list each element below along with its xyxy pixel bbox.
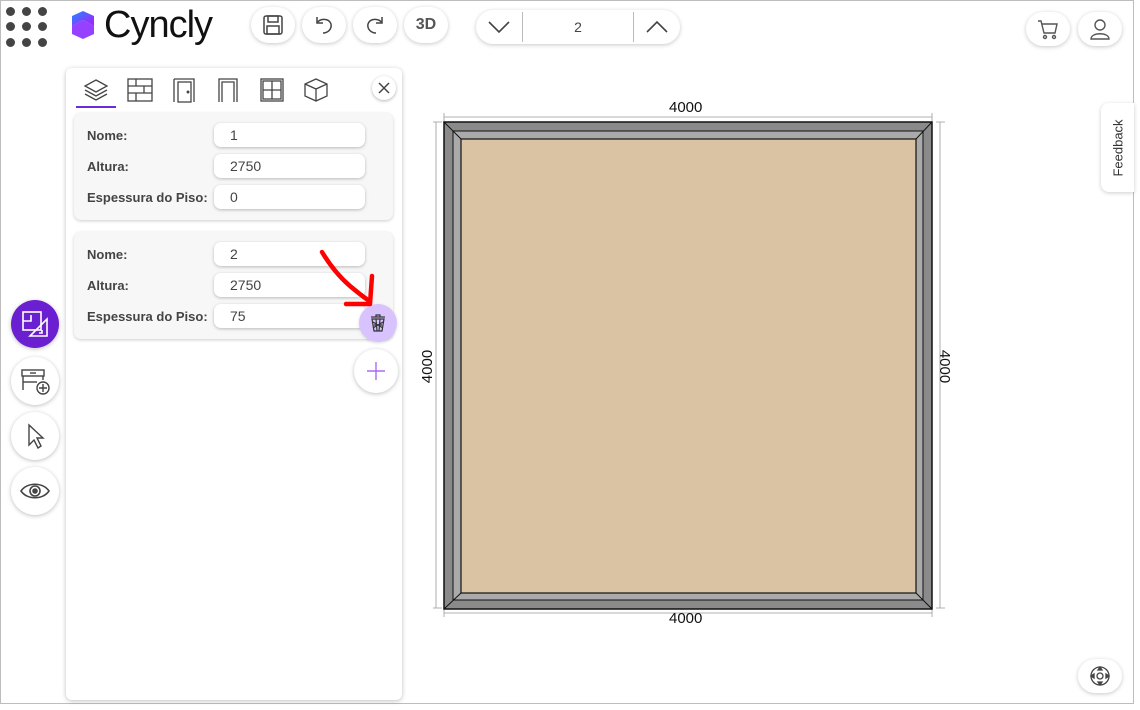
panel-tabs — [74, 72, 338, 108]
recenter-button[interactable] — [1078, 659, 1122, 693]
furniture-add-icon — [21, 369, 50, 395]
tab-windows[interactable] — [250, 72, 294, 108]
recenter-icon — [1089, 665, 1111, 687]
cart-icon — [1038, 20, 1058, 40]
dimension-right: 4000 — [936, 349, 954, 384]
logo-text: Cyncly — [104, 4, 213, 46]
height-label: Altura: — [87, 277, 129, 293]
level-up-button[interactable] — [634, 10, 680, 44]
logo: Cyncly — [68, 4, 213, 46]
trash-icon — [371, 314, 385, 332]
visibility-tool[interactable] — [11, 467, 59, 515]
undo-button[interactable] — [302, 7, 346, 43]
floor-plan-icon — [22, 311, 48, 337]
cube-icon — [304, 78, 328, 102]
add-level-button[interactable] — [354, 349, 398, 393]
redo-button[interactable] — [353, 7, 397, 43]
dimension-left: 4000 — [419, 349, 437, 384]
close-panel-button[interactable] — [372, 76, 396, 100]
levels-panel: Nome: 1 Altura: 2750 Espessura do Piso: … — [66, 68, 402, 700]
room-floor[interactable] — [460, 138, 917, 594]
thickness-label: Espessura do Piso: — [87, 189, 208, 205]
user-icon — [1090, 19, 1110, 40]
floor-thickness-row: Espessura do Piso: 0 — [87, 184, 365, 210]
save-button[interactable] — [251, 7, 295, 43]
dimension-bottom: 4000 — [669, 610, 703, 627]
feedback-tab[interactable]: Feedback — [1101, 103, 1134, 192]
red-arrow-annotation — [319, 249, 375, 307]
tab-objects[interactable] — [294, 72, 338, 108]
level-navigator: 2 — [476, 10, 680, 44]
tab-walls[interactable] — [118, 72, 162, 108]
feedback-label: Feedback — [1110, 118, 1125, 177]
plus-icon — [367, 362, 385, 380]
tab-doors[interactable] — [162, 72, 206, 108]
dimension-top: 4000 — [669, 99, 703, 116]
view-3d-button[interactable]: 3D — [404, 7, 448, 43]
brick-wall-icon — [127, 78, 153, 102]
level-name-field[interactable]: 1 — [214, 123, 365, 147]
layers-icon — [83, 79, 109, 101]
close-icon — [378, 82, 390, 94]
level-down-button[interactable] — [476, 10, 522, 44]
door-icon — [173, 78, 195, 103]
user-button[interactable] — [1078, 12, 1122, 46]
chevron-down-icon — [488, 21, 510, 34]
thickness-label: Espessura do Piso: — [87, 308, 208, 324]
floor-thickness-field[interactable]: 0 — [214, 185, 365, 209]
floor-plan-canvas[interactable] — [420, 100, 960, 630]
cart-button[interactable] — [1026, 12, 1070, 46]
level-name-row: Nome: 1 — [87, 122, 365, 148]
level-height-field[interactable]: 2750 — [214, 154, 365, 178]
select-tool[interactable] — [11, 412, 59, 460]
logo-mark-icon — [72, 11, 94, 39]
height-label: Altura: — [87, 158, 129, 174]
current-level: 2 — [574, 19, 582, 35]
floor-plan-tool[interactable] — [11, 300, 59, 348]
chevron-up-icon — [646, 20, 668, 33]
eye-icon — [20, 483, 50, 499]
level-card: Nome: 1 Altura: 2750 Espessura do Piso: … — [74, 113, 393, 220]
name-label: Nome: — [87, 127, 128, 143]
tab-openings[interactable] — [206, 72, 250, 108]
pointer-icon — [28, 423, 45, 449]
level-height-row: Altura: 2750 — [87, 153, 365, 179]
add-furniture-tool[interactable] — [11, 357, 59, 405]
opening-icon — [218, 78, 238, 102]
redo-icon — [367, 17, 383, 34]
apps-menu-button[interactable] — [6, 7, 47, 47]
window-icon — [260, 78, 284, 102]
name-label: Nome: — [87, 246, 128, 262]
undo-icon — [316, 17, 332, 34]
save-icon — [263, 15, 283, 35]
tab-layers[interactable] — [74, 72, 118, 108]
